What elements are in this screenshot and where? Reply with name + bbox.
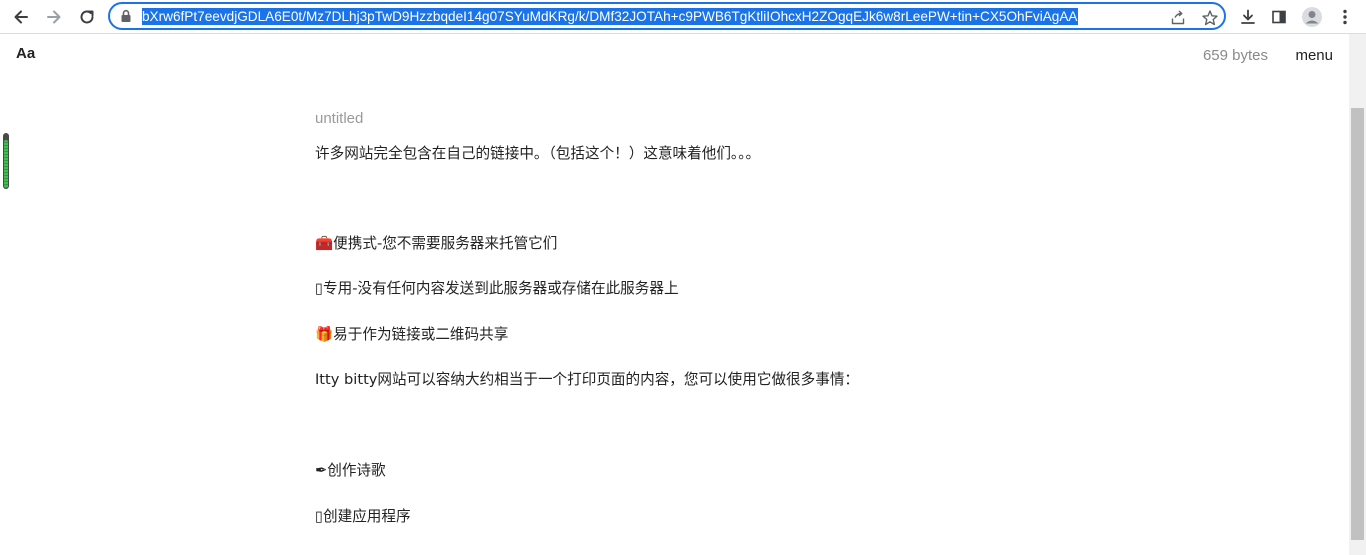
url-text-container: bXrw6fPt7eevdjGDLA6E0t/Mz7DLhj3pTwD9Hzzb… bbox=[142, 8, 1160, 26]
compression-meter bbox=[3, 133, 9, 189]
url-text[interactable]: bXrw6fPt7eevdjGDLA6E0t/Mz7DLhj3pTwD9Hzzb… bbox=[142, 8, 1078, 25]
text-line-private: ▯专用-没有任何内容发送到此服务器或存储在此服务器上 bbox=[315, 280, 679, 297]
byte-count: 659 bytes bbox=[1202, 47, 1268, 64]
star-icon bbox=[1202, 10, 1218, 26]
browser-menu-button[interactable] bbox=[1332, 4, 1358, 30]
share-icon bbox=[1171, 10, 1185, 25]
forward-button[interactable] bbox=[41, 4, 67, 30]
menu-button[interactable]: menu bbox=[1295, 47, 1333, 64]
address-bar[interactable]: bXrw6fPt7eevdjGDLA6E0t/Mz7DLhj3pTwD9Hzzb… bbox=[108, 2, 1226, 30]
reload-button[interactable] bbox=[74, 4, 100, 30]
downloads-button[interactable] bbox=[1235, 4, 1261, 30]
side-panel-icon bbox=[1272, 10, 1286, 24]
title-placeholder[interactable]: untitled bbox=[315, 110, 363, 127]
browser-toolbar: bXrw6fPt7eevdjGDLA6E0t/Mz7DLhj3pTwD9Hzzb… bbox=[0, 0, 1366, 34]
profile-icon bbox=[1302, 7, 1322, 27]
scrollbar-thumb[interactable] bbox=[1351, 108, 1364, 540]
back-button[interactable] bbox=[8, 4, 34, 30]
text-line-poetry: ✒创作诗歌 bbox=[315, 462, 386, 479]
share-button[interactable] bbox=[1168, 8, 1188, 28]
font-toggle-button[interactable]: Aa bbox=[16, 45, 35, 62]
compression-meter-fill bbox=[4, 140, 8, 188]
lock-icon bbox=[121, 9, 131, 22]
arrow-left-icon bbox=[14, 10, 28, 24]
side-panel-button[interactable] bbox=[1266, 4, 1292, 30]
text-line-capacity: Itty bitty网站可以容纳大约相当于一个打印页面的内容，您可以使用它做很多… bbox=[315, 371, 860, 388]
reload-icon bbox=[80, 10, 94, 24]
text-line-portable: 🧰便携式-您不需要服务器来托管它们 bbox=[315, 235, 558, 252]
text-line-share: 🎁易于作为链接或二维码共享 bbox=[315, 326, 509, 343]
page-viewport: Aa 659 bytes menu untitled 许多网站完全包含在自己的链… bbox=[0, 34, 1349, 555]
top-bar: Aa 659 bytes menu bbox=[0, 34, 1349, 76]
profile-button[interactable] bbox=[1299, 4, 1325, 30]
bookmark-button[interactable] bbox=[1200, 8, 1220, 28]
arrow-right-icon bbox=[47, 10, 61, 24]
more-vert-icon bbox=[1343, 9, 1347, 25]
text-line-intro: 许多网站完全包含在自己的链接中。（包括这个！）这意味着他们。。。 bbox=[315, 145, 761, 162]
text-line-apps: ▯创建应用程序 bbox=[315, 508, 411, 525]
download-icon bbox=[1241, 9, 1255, 24]
page-scrollbar[interactable] bbox=[1349, 34, 1366, 555]
